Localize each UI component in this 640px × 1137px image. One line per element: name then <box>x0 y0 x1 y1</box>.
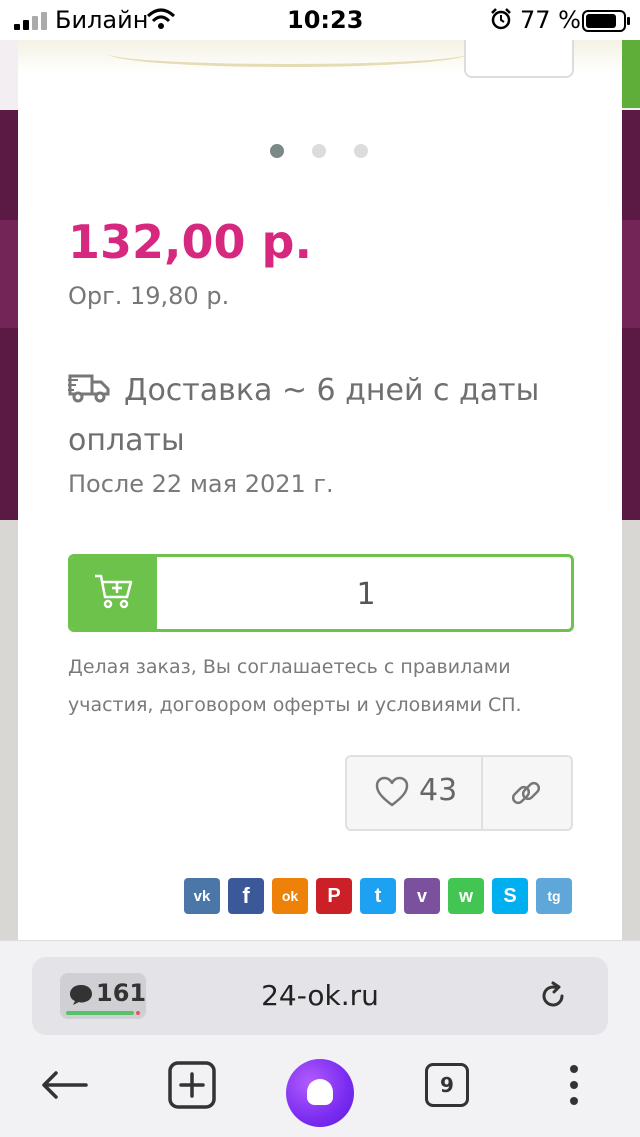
pinterest-share-icon[interactable]: P <box>316 878 352 914</box>
battery-percentage: 77 % <box>520 6 581 34</box>
facebook-share-icon[interactable]: f <box>228 878 264 914</box>
signal-icon <box>14 12 47 30</box>
organizer-fee: Орг. 19,80 р. <box>68 282 230 310</box>
status-bar: Билайн 10:23 77 % <box>0 0 640 40</box>
address-bar[interactable]: 161 24-ok.ru <box>32 957 608 1035</box>
odnoklassniki-share-icon[interactable]: ok <box>272 878 308 914</box>
url-text[interactable]: 24-ok.ru <box>32 979 608 1012</box>
photo-plate-edge <box>108 40 468 67</box>
skype-share-icon[interactable]: S <box>492 878 528 914</box>
add-to-cart-group <box>68 554 574 632</box>
heart-icon <box>375 776 409 807</box>
add-to-cart-button[interactable] <box>71 557 157 629</box>
tabs-button[interactable]: 9 <box>425 1063 469 1107</box>
twitter-share-icon[interactable]: t <box>360 878 396 914</box>
copy-link-button[interactable] <box>483 757 571 829</box>
carousel-dots <box>270 144 368 158</box>
product-price: 132,00 р. <box>68 215 312 269</box>
cart-add-icon <box>95 574 133 609</box>
more-menu-icon[interactable] <box>566 1063 582 1107</box>
carousel-dot[interactable] <box>312 144 326 158</box>
vk-share-icon[interactable]: vk <box>184 878 220 914</box>
browser-navigation: 9 <box>0 1051 640 1137</box>
quantity-input[interactable] <box>157 557 571 629</box>
carrier-name: Билайн <box>55 6 149 34</box>
wifi-icon <box>146 8 176 29</box>
carousel-dot[interactable] <box>354 144 368 158</box>
reload-icon[interactable] <box>538 981 568 1011</box>
link-icon <box>511 781 541 805</box>
product-card: 132,00 р. Орг. 19,80 р. Доставка ~ 6 дне… <box>18 30 622 940</box>
product-actions: 43 <box>345 755 573 831</box>
alarm-icon <box>491 8 511 30</box>
like-button[interactable]: 43 <box>347 757 481 829</box>
clock: 10:23 <box>287 6 364 34</box>
back-arrow-icon[interactable] <box>40 1069 88 1101</box>
page-background-accent <box>622 40 640 108</box>
new-tab-icon[interactable] <box>168 1061 216 1109</box>
viber-share-icon[interactable]: v <box>404 878 440 914</box>
delivery-info: Доставка ~ 6 дней с даты оплаты <box>68 373 540 458</box>
battery-icon <box>582 10 630 32</box>
delivery-date: После 22 мая 2021 г. <box>68 470 334 498</box>
alice-assistant-button[interactable] <box>286 1059 354 1127</box>
carousel-dot[interactable] <box>270 144 284 158</box>
share-buttons: vk f ok P t v w S tg <box>184 878 572 914</box>
like-count: 43 <box>419 773 458 808</box>
browser-bar: 161 24-ok.ru 9 <box>0 940 640 1137</box>
order-agreement-text: Делая заказ, Вы соглашаетесь с правилами… <box>68 656 522 716</box>
telegram-share-icon[interactable]: tg <box>536 878 572 914</box>
whatsapp-share-icon[interactable]: w <box>448 878 484 914</box>
